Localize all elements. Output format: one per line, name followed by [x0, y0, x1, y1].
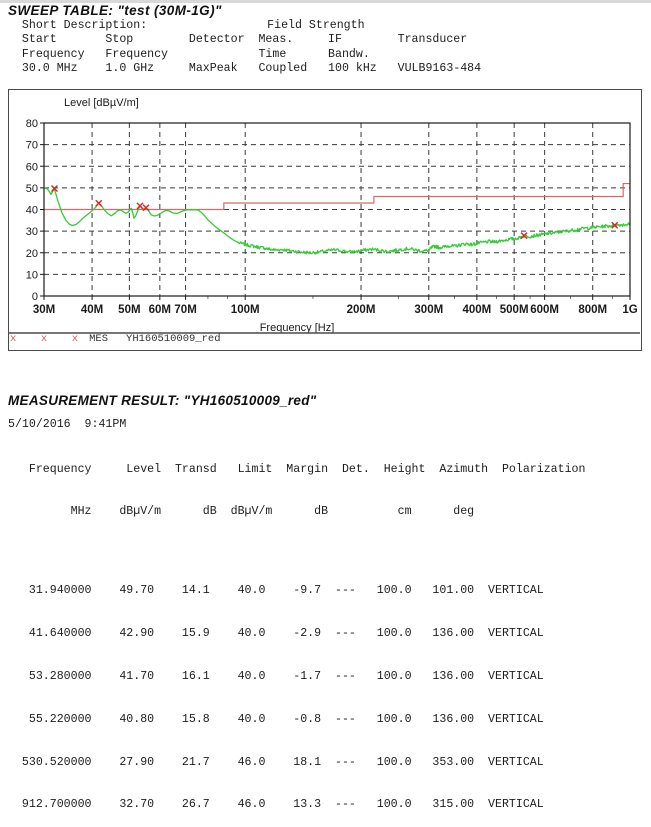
measurement-result-title: MEASUREMENT RESULT: "YH160510009_red" — [8, 393, 317, 408]
measurement-result-table: Frequency Level Transd Limit Margin Det.… — [8, 434, 585, 827]
sweep-columns-line-1: Start Stop Detector Meas. IF Transducer — [8, 33, 648, 47]
chart-x-tick-label: 40M — [81, 304, 103, 316]
short-description-label: Short Description: — [8, 19, 147, 32]
chart-x-tick-label: 70M — [174, 304, 196, 316]
table-row: 912.700000 32.70 26.7 46.0 13.3 --- 100.… — [8, 798, 585, 812]
chart-y-tick-label: 70 — [26, 140, 38, 152]
measurement-result-datetime: 5/10/2016 9:41PM — [8, 418, 126, 431]
table-header-line-1: Frequency Level Transd Limit Margin Det.… — [8, 463, 585, 477]
table-row: 31.940000 49.70 14.1 40.0 -9.7 --- 100.0… — [8, 584, 585, 598]
sweep-values-line: 30.0 MHz 1.0 GHz MaxPeak Coupled 100 kHz… — [8, 62, 648, 76]
chart-x-axis-title: Frequency [Hz] — [260, 322, 335, 334]
chart-x-tick-label: 50M — [118, 304, 140, 316]
chart-y-tick-label: 80 — [26, 118, 38, 130]
chart-y-tick-label: 30 — [26, 226, 38, 238]
chart-x-tick-label: 500M — [500, 304, 529, 316]
chart-y-tick-label: 50 — [26, 183, 38, 195]
sweep-columns-line-2: Frequency Frequency Time Bandw. — [8, 48, 648, 62]
chart-x-tick-label: 60M — [149, 304, 171, 316]
sweep-short-description-row: Short Description: Field Strength — [8, 19, 648, 33]
legend-file-label: YH160510009_red — [126, 333, 221, 345]
chart-legend: x x x MES YH160510009_red — [10, 331, 221, 347]
table-row: 530.520000 27.90 21.7 46.0 18.1 --- 100.… — [8, 756, 585, 770]
chart-x-tick-label: 100M — [231, 304, 260, 316]
table-row: 53.280000 41.70 16.1 40.0 -1.7 --- 100.0… — [8, 670, 585, 684]
chart-y-axis-title: Level [dBµV/m] — [64, 97, 139, 109]
sweep-table-header: SWEEP TABLE: "test (30M-1G)" Short Descr… — [8, 3, 648, 76]
table-row: 55.220000 40.80 15.8 40.0 -0.8 --- 100.0… — [8, 713, 585, 727]
table-header-line-2: MHz dBµV/m dB dBµV/m dB cm deg — [8, 505, 585, 519]
chart-y-tick-label: 60 — [26, 161, 38, 173]
spectrum-chart-panel[interactable]: Level [dBµV/m] 0 10 20 30 40 50 60 70 80 30M 40M 50M… — [8, 89, 642, 351]
chart-y-tick-label: 10 — [26, 269, 38, 281]
chart-x-tick-label: 30M — [33, 304, 55, 316]
chart-x-tick-label: 1G — [622, 304, 637, 316]
chart-peak-marker[interactable] — [137, 203, 143, 209]
legend-marker-icons: x x x — [10, 333, 82, 345]
chart-y-tick-label: 20 — [26, 248, 38, 260]
table-row: 41.640000 42.90 15.9 40.0 -2.9 --- 100.0… — [8, 627, 585, 641]
legend-series-label: MES — [89, 333, 108, 345]
chart-peak-marker[interactable] — [96, 200, 102, 206]
chart-x-tick-label: 400M — [462, 304, 491, 316]
chart-y-tick-label: 40 — [26, 205, 38, 217]
chart-measurement-trace — [44, 188, 630, 254]
chart-x-tick-label: 800M — [578, 304, 607, 316]
spectrum-chart: Level [dBµV/m] 0 10 20 30 40 50 60 70 80 30M 40M 50M… — [9, 90, 640, 349]
short-description-value: Field Strength — [267, 19, 364, 32]
chart-x-tick-label: 300M — [414, 304, 443, 316]
chart-x-tick-label: 200M — [347, 304, 376, 316]
sweep-table-title: SWEEP TABLE: "test (30M-1G)" — [8, 3, 648, 18]
chart-y-tick-label: 0 — [32, 291, 38, 303]
chart-x-tick-label: 600M — [530, 304, 559, 316]
